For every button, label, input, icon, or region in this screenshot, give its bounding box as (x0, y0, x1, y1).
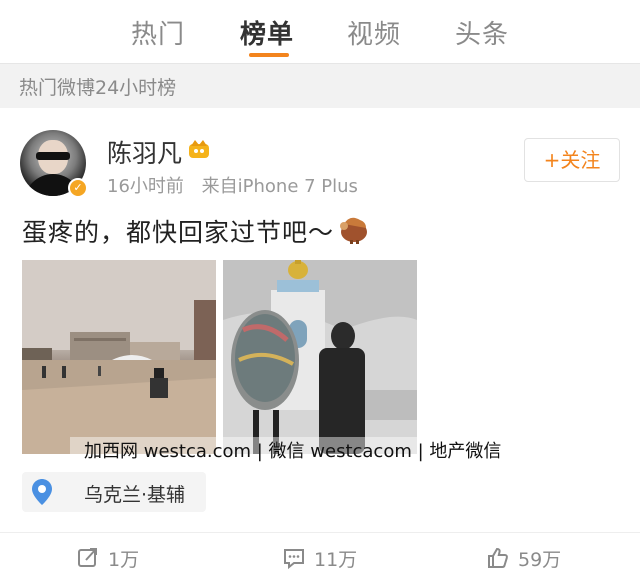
post-photo-2[interactable] (223, 260, 417, 454)
section-title: 热门微博24小时榜 (19, 77, 177, 99)
tab-video[interactable]: 视频 (347, 14, 401, 51)
verified-badge-icon: ✓ (68, 178, 88, 198)
thumbs-up-icon (488, 547, 508, 568)
tab-ranking[interactable]: 榜单 (240, 14, 294, 51)
post-card[interactable]: ✓ 陈羽凡 16小时前 来自iPhone 7 Plus +关注 蛋疼的，都快回家… (0, 112, 640, 532)
follow-button[interactable]: +关注 (524, 138, 620, 182)
post-meta: 16小时前 来自iPhone 7 Plus (107, 172, 358, 198)
action-bar: 1万 11万 59万 (0, 533, 640, 583)
top-tabs: 热门 榜单 视频 头条 (0, 0, 640, 64)
section-header: 热门微博24小时榜 (0, 64, 640, 108)
repost-count: 1万 (108, 549, 140, 571)
comment-count: 11万 (314, 549, 358, 571)
comment-icon (284, 549, 304, 570)
avatar-glasses (36, 152, 70, 160)
location-pin-icon (32, 479, 52, 505)
watermark-text: 加西网 westca.com | 微信 westcacom | 地产微信 wes… (70, 437, 580, 492)
tab-hot[interactable]: 热门 (131, 14, 185, 51)
square-scene-illustration (22, 260, 216, 454)
tab-headlines[interactable]: 头条 (455, 14, 509, 51)
post-text: 蛋疼的，都快回家过节吧～ (22, 218, 335, 247)
post-photo-1[interactable] (22, 260, 216, 454)
turkey-emoji-icon (340, 217, 367, 244)
like-count: 59万 (518, 549, 562, 571)
location-tag[interactable]: 乌克兰·基辅 (22, 472, 206, 512)
location-label: 乌克兰·基辅 (84, 484, 186, 506)
cathedral-scene-illustration (223, 260, 417, 454)
crown-icon (189, 140, 209, 158)
active-tab-indicator (249, 53, 289, 57)
repost-icon (78, 548, 97, 567)
username[interactable]: 陈羽凡 (107, 134, 182, 170)
post-source: 来自iPhone 7 Plus (201, 176, 358, 197)
post-time: 16小时前 (107, 176, 184, 197)
